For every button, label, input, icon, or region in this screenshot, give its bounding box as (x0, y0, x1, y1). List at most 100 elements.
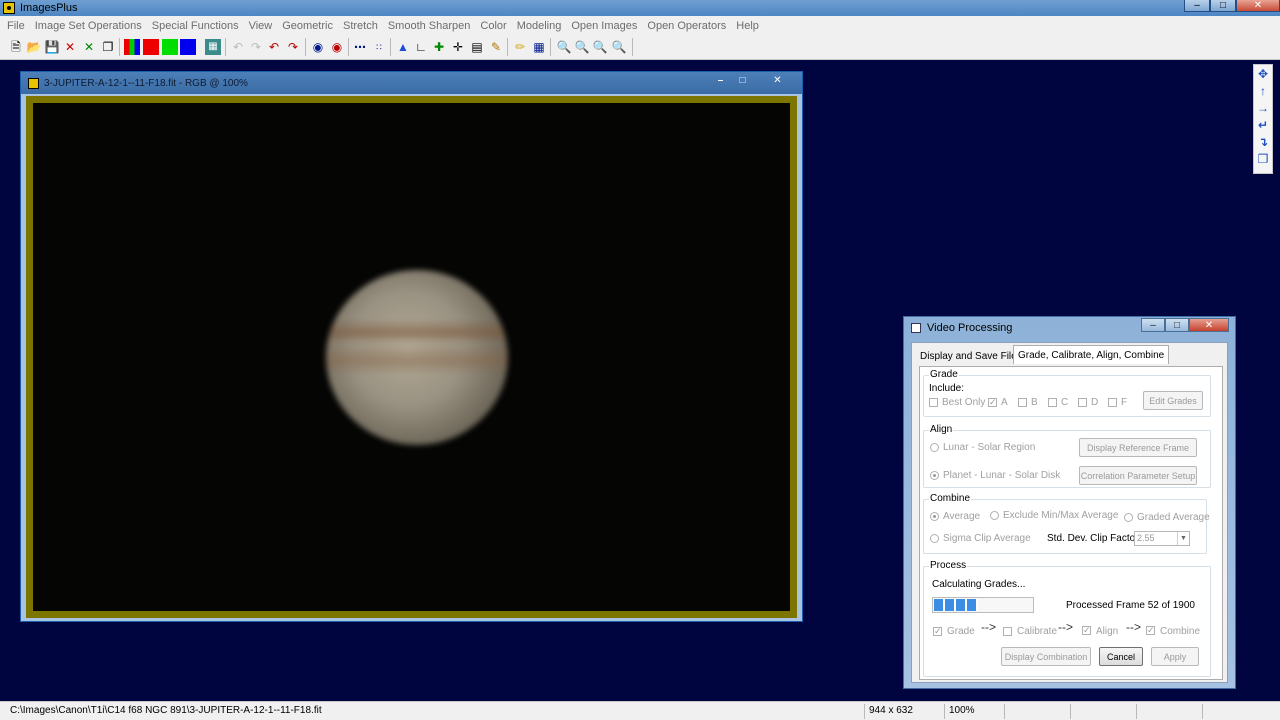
points-icon[interactable]: ∷ (371, 39, 387, 55)
save-icon[interactable]: 💾 (44, 39, 60, 55)
grade-f-checkbox[interactable] (1108, 398, 1117, 407)
grade-c-checkbox[interactable] (1048, 398, 1057, 407)
menu-geometric[interactable]: Geometric (277, 20, 338, 32)
dialog-close-icon[interactable]: ✕ (1189, 318, 1229, 332)
arrow-up-icon[interactable]: ↑ (1254, 82, 1272, 99)
undo-disabled-icon[interactable]: ↶ (230, 39, 246, 55)
planet-lunar-solar-disk-radio[interactable] (930, 471, 939, 480)
average-radio[interactable] (930, 512, 939, 521)
red-channel-icon[interactable] (143, 39, 159, 55)
zoom-out-icon[interactable]: 🔍 (574, 39, 590, 55)
copy-icon[interactable]: ❐ (100, 39, 116, 55)
average-label: Average (943, 511, 981, 522)
zoom-fit-icon[interactable]: 🔍 (592, 39, 608, 55)
image-close-icon[interactable]: ✕ (757, 74, 798, 87)
sigma-clip-radio[interactable] (930, 534, 939, 543)
image-window[interactable]: 3-JUPITER-A-12-1--11-F18.fit - RGB @ 100… (20, 71, 803, 622)
align-step-label: Align (1096, 626, 1119, 637)
menu-smooth-sharpen[interactable]: Smooth Sharpen (383, 20, 476, 32)
best-only-checkbox[interactable] (929, 398, 938, 407)
grade-a-checkbox[interactable]: ✓ (988, 398, 997, 407)
display-reference-frame-button[interactable]: Display Reference Frame (1079, 438, 1197, 457)
menu-open-operators[interactable]: Open Operators (642, 20, 731, 32)
green-channel-icon[interactable] (162, 39, 178, 55)
correlation-setup-button[interactable]: Correlation Parameter Setup (1079, 466, 1197, 485)
rotate-right-icon[interactable]: ↴ (1254, 133, 1272, 150)
menu-image-set-operations[interactable]: Image Set Operations (30, 20, 147, 32)
close-x-red-icon[interactable]: ✕ (62, 39, 78, 55)
align-legend: Align (929, 424, 954, 435)
angle-icon[interactable]: ∟ (413, 39, 429, 55)
redo-disabled-icon[interactable]: ↷ (248, 39, 264, 55)
menu-modeling[interactable]: Modeling (512, 20, 567, 32)
clip-factor-select[interactable]: 2.55 ▼ (1134, 531, 1190, 546)
tab-display-save-files[interactable]: Display and Save Files (916, 347, 1026, 366)
display-combination-button[interactable]: Display Combination (1001, 647, 1091, 666)
image-window-icon (28, 77, 39, 89)
paint-icon[interactable]: ✎ (488, 39, 504, 55)
minimize-icon[interactable]: – (1184, 0, 1210, 12)
grade-a-label: A (1001, 397, 1008, 408)
image-minimize-icon[interactable]: – (710, 74, 731, 87)
record-alt-icon[interactable]: ◉ (329, 39, 345, 55)
zoom-actual-icon[interactable]: 🔍 (611, 39, 627, 55)
tab-grade-calibrate-align-combine[interactable]: Grade, Calibrate, Align, Combine (1013, 345, 1170, 364)
arrow-right-icon: --> (1126, 620, 1141, 634)
menu-stretch[interactable]: Stretch (338, 20, 383, 32)
dots-icon[interactable]: ⋯ (352, 39, 368, 55)
grade-step-checkbox[interactable]: ✓ (933, 627, 942, 636)
maximize-icon[interactable]: □ (1210, 0, 1236, 12)
open-file-icon[interactable]: 📂 (26, 39, 42, 55)
dialog-maximize-icon[interactable]: □ (1165, 318, 1189, 332)
dialog-body: Display and Save Files Grade, Calibrate,… (911, 342, 1228, 683)
table-icon[interactable]: ▦ (531, 39, 547, 55)
pencil-icon[interactable]: ✏ (512, 39, 528, 55)
rotate-left-icon[interactable]: ↵ (1254, 116, 1272, 133)
plus-icon[interactable]: ✚ (431, 39, 447, 55)
arrow-right-icon[interactable]: → (1254, 99, 1272, 116)
grade-b-checkbox[interactable] (1018, 398, 1027, 407)
new-file-icon[interactable]: 🗎 (8, 39, 24, 55)
close-icon[interactable]: ✕ (1236, 0, 1280, 12)
app-titlebar: ImagesPlus – □ ✕ (0, 0, 1280, 16)
apply-button[interactable]: Apply (1151, 647, 1199, 666)
rgb-channels-icon[interactable] (124, 39, 140, 55)
side-toolbar: ✥ ↑ → ↵ ↴ ❐ (1253, 64, 1273, 174)
redo-icon[interactable]: ↷ (285, 39, 301, 55)
copy-page-icon[interactable]: ❐ (1254, 150, 1272, 167)
app-logo-icon[interactable] (3, 2, 15, 14)
dialog-minimize-icon[interactable]: – (1141, 318, 1165, 332)
grade-d-checkbox[interactable] (1078, 398, 1087, 407)
grade-d-label: D (1091, 397, 1099, 408)
image-maximize-icon[interactable]: □ (732, 74, 753, 87)
menu-special-functions[interactable]: Special Functions (147, 20, 244, 32)
menu-help[interactable]: Help (731, 20, 764, 32)
calibrate-step-checkbox[interactable] (1003, 627, 1012, 636)
undo-icon[interactable]: ↶ (266, 39, 282, 55)
cancel-button[interactable]: Cancel (1099, 647, 1143, 666)
combine-step-checkbox[interactable]: ✓ (1146, 626, 1155, 635)
zoom-in-icon[interactable]: 🔍 (556, 39, 572, 55)
edit-grades-button[interactable]: Edit Grades (1143, 391, 1203, 410)
combine-group: Combine Average Exclude Min/Max Average … (923, 493, 1210, 554)
exclude-minmax-radio[interactable] (990, 511, 999, 520)
menu-color[interactable]: Color (475, 20, 511, 32)
lunar-solar-region-radio[interactable] (930, 443, 939, 452)
menu-file[interactable]: File (2, 20, 30, 32)
dialog-titlebar[interactable]: Video Processing – □ ✕ (904, 317, 1235, 339)
move-icon[interactable]: ✥ (1254, 65, 1272, 82)
menu-open-images[interactable]: Open Images (566, 20, 642, 32)
triangle-icon[interactable]: ▲ (395, 39, 411, 55)
image-window-titlebar[interactable]: 3-JUPITER-A-12-1--11-F18.fit - RGB @ 100… (21, 72, 802, 94)
align-step-checkbox[interactable]: ✓ (1082, 626, 1091, 635)
crosshair-icon[interactable]: ✛ (450, 39, 466, 55)
graded-average-radio[interactable] (1124, 513, 1133, 522)
record-icon[interactable]: ◉ (310, 39, 326, 55)
close-x-green-icon[interactable]: ✕ (81, 39, 97, 55)
blue-channel-icon[interactable] (180, 39, 196, 55)
chevron-down-icon[interactable]: ▼ (1177, 532, 1189, 545)
image-canvas[interactable] (33, 103, 790, 611)
menu-view[interactable]: View (244, 20, 278, 32)
select-icon[interactable]: ▤ (469, 39, 485, 55)
grid-icon[interactable]: ▦ (205, 39, 221, 55)
